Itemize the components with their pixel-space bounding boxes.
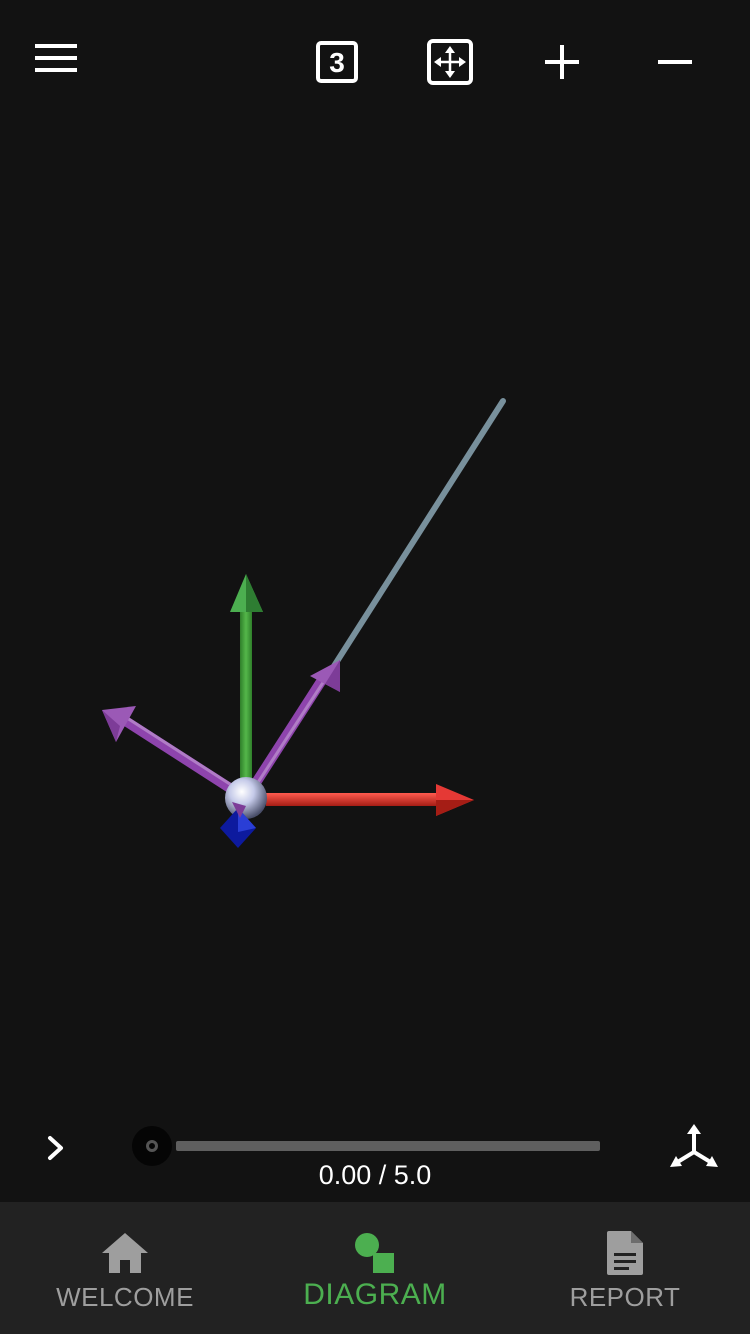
report-icon [607,1231,643,1275]
axes-button[interactable] [664,1118,724,1178]
minus-icon [658,60,692,64]
member-line[interactable] [331,398,506,669]
bottom-navigation: WELCOME DIAGRAM REPORT [0,1202,750,1334]
vector-arrow-left[interactable] [102,706,239,797]
slider-thumb-center [146,1140,158,1152]
chevron-right-icon [48,1136,63,1160]
nav-label-welcome: WELCOME [56,1282,194,1312]
plus-icon [545,45,579,79]
fit-view-button[interactable] [418,30,482,94]
home-icon [102,1233,148,1273]
expand-button[interactable] [30,1122,82,1174]
top-toolbar: 3 [0,0,750,120]
menu-icon [35,44,77,72]
three-d-view-label: 3 [329,47,345,78]
axes-triad-icon [670,1124,718,1167]
fit-view-icon [427,39,473,85]
nav-label-diagram: DIAGRAM [303,1278,447,1311]
diagram-icon [355,1233,394,1273]
nav-item-report[interactable]: REPORT [500,1202,750,1334]
playback-bar: 0.00 / 5.0 [0,1110,750,1202]
nav-item-welcome[interactable]: WELCOME [0,1202,250,1334]
three-d-view-icon: 3 [316,41,358,83]
diagram-viewport[interactable] [0,120,750,1110]
vector-arrow-right[interactable] [245,660,340,795]
x-axis-arrow[interactable] [266,784,474,816]
app-root: 3 0.00 / 5.0 WELCOME DIAGRAM REPORT [0,0,750,1334]
three-d-view-button[interactable]: 3 [305,30,369,94]
zoom-in-button[interactable] [530,30,594,94]
time-readout: 0.00 / 5.0 [318,1160,432,1190]
nav-label-report: REPORT [569,1282,681,1312]
zoom-out-button[interactable] [643,30,707,94]
menu-button[interactable] [24,26,88,90]
timeline-slider-track[interactable] [176,1141,600,1151]
nav-item-diagram[interactable]: DIAGRAM [250,1202,500,1334]
diagram-canvas[interactable] [0,120,750,1110]
y-axis-arrow[interactable] [230,574,263,790]
node-sphere[interactable] [225,777,267,819]
timeline-slider-thumb[interactable] [132,1126,172,1166]
